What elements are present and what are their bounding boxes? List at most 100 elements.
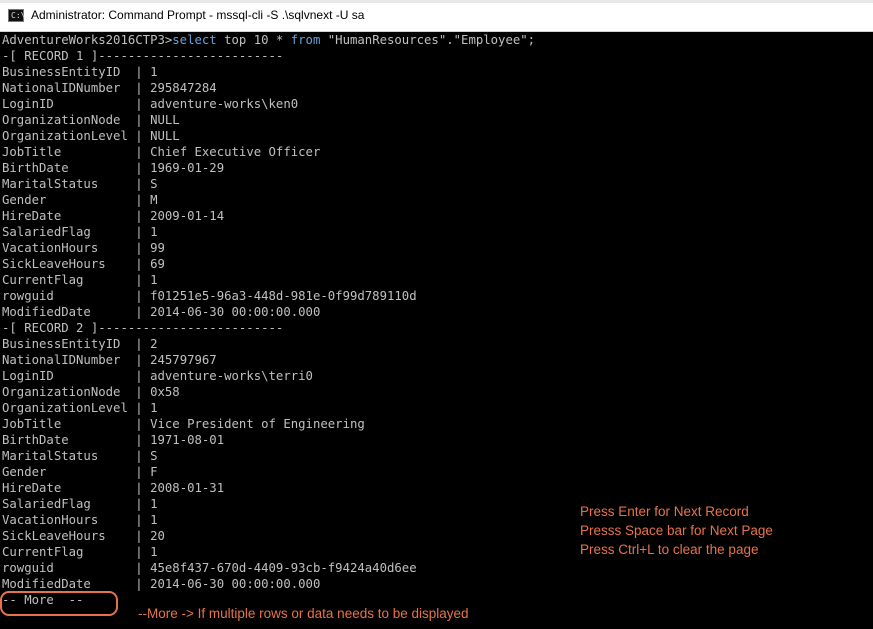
field-separator: | <box>135 273 151 287</box>
command-prompt-icon[interactable]: C:\ <box>8 9 25 22</box>
note-enter: Press Enter for Next Record <box>580 504 749 519</box>
more-explanation: --More -> If multiple rows or data needs… <box>138 606 469 621</box>
field-value: adventure-works\terri0 <box>150 369 313 383</box>
field-separator: | <box>135 177 151 191</box>
record-field-row: BusinessEntityID | 2 <box>2 336 157 352</box>
field-value: 2 <box>150 337 158 351</box>
sql-command-text: top 10 * <box>216 33 291 47</box>
record-field-row: NationalIDNumber | 295847284 <box>2 80 217 96</box>
record-field-row: BirthDate | 1969-01-29 <box>2 160 224 176</box>
field-separator: | <box>135 561 151 575</box>
field-separator: | <box>135 529 151 543</box>
field-name: BirthDate <box>2 161 136 175</box>
field-separator: | <box>135 241 151 255</box>
field-value: 0x58 <box>150 385 180 399</box>
record-field-row: SickLeaveHours | 69 <box>2 256 165 272</box>
field-separator: | <box>135 289 151 303</box>
field-separator: | <box>135 113 151 127</box>
more-highlight-box <box>0 591 118 616</box>
field-separator: | <box>135 65 151 79</box>
field-separator: | <box>135 161 151 175</box>
top-strip <box>0 0 873 3</box>
record-field-row: Gender | M <box>2 192 157 208</box>
field-name: SalariedFlag <box>2 497 136 511</box>
field-name: BirthDate <box>2 433 136 447</box>
field-name: Gender <box>2 193 136 207</box>
field-name: CurrentFlag <box>2 273 136 287</box>
record-field-row: rowguid | 45e8f437-670d-4409-93cb-f9424a… <box>2 560 417 576</box>
field-separator: | <box>135 465 151 479</box>
field-separator: | <box>135 369 151 383</box>
record-field-row: SickLeaveHours | 20 <box>2 528 165 544</box>
field-value: 20 <box>150 529 165 543</box>
field-separator: | <box>135 193 151 207</box>
key-help-notes: Press Enter for Next Record Presss Space… <box>580 502 773 559</box>
field-name: BusinessEntityID <box>2 337 136 351</box>
field-separator: | <box>135 577 151 591</box>
field-value: 2009-01-14 <box>150 209 225 223</box>
record-field-row: OrganizationLevel | 1 <box>2 400 157 416</box>
field-name: ModifiedDate <box>2 305 136 319</box>
field-name: SalariedFlag <box>2 225 136 239</box>
field-value: M <box>150 193 158 207</box>
record-field-row: VacationHours | 1 <box>2 512 157 528</box>
field-value: 1 <box>150 545 158 559</box>
record-field-row: HireDate | 2008-01-31 <box>2 480 224 496</box>
field-name: SickLeaveHours <box>2 529 136 543</box>
record-field-row: JobTitle | Chief Executive Officer <box>2 144 320 160</box>
field-name: OrganizationNode <box>2 113 136 127</box>
field-value: 2014-06-30 00:00:00.000 <box>150 577 321 591</box>
field-separator: | <box>135 97 151 111</box>
field-value: 295847284 <box>150 81 217 95</box>
field-name: MaritalStatus <box>2 177 136 191</box>
record-field-row: LoginID | adventure-works\terri0 <box>2 368 313 384</box>
field-value: 45e8f437-670d-4409-93cb-f9424a40d6ee <box>150 561 417 575</box>
field-value: S <box>150 449 158 463</box>
field-value: 1 <box>150 225 158 239</box>
field-separator: | <box>135 209 151 223</box>
field-value: Chief Executive Officer <box>150 145 321 159</box>
field-value: F <box>150 465 158 479</box>
field-name: HireDate <box>2 481 136 495</box>
field-name: VacationHours <box>2 241 136 255</box>
field-separator: | <box>135 545 151 559</box>
field-name: OrganizationLevel <box>2 401 136 415</box>
field-value: NULL <box>150 129 180 143</box>
record-field-row: MaritalStatus | S <box>2 448 157 464</box>
field-name: rowguid <box>2 289 136 303</box>
field-separator: | <box>135 225 151 239</box>
console-prompt: AdventureWorks2016CTP3> <box>2 33 173 47</box>
field-name: CurrentFlag <box>2 545 136 559</box>
field-name: HireDate <box>2 209 136 223</box>
field-name: VacationHours <box>2 513 136 527</box>
field-separator: | <box>135 497 151 511</box>
field-value: 1 <box>150 273 158 287</box>
field-value: S <box>150 177 158 191</box>
field-name: rowguid <box>2 561 136 575</box>
record-field-row: HireDate | 2009-01-14 <box>2 208 224 224</box>
note-ctrl-l: Press Ctrl+L to clear the page <box>580 542 759 557</box>
command-line: AdventureWorks2016CTP3>select top 10 * f… <box>2 32 535 48</box>
record-field-row: CurrentFlag | 1 <box>2 544 157 560</box>
field-value: 1 <box>150 513 158 527</box>
record-field-row: SalariedFlag | 1 <box>2 496 157 512</box>
sql-keyword-from: from <box>290 33 321 47</box>
field-name: Gender <box>2 465 136 479</box>
field-value: adventure-works\ken0 <box>150 97 299 111</box>
field-name: ModifiedDate <box>2 577 136 591</box>
sql-keyword-select: select <box>172 33 217 47</box>
record-field-row: BusinessEntityID | 1 <box>2 64 157 80</box>
field-separator: | <box>135 417 151 431</box>
field-separator: | <box>135 305 151 319</box>
field-name: MaritalStatus <box>2 449 136 463</box>
record-field-row: MaritalStatus | S <box>2 176 157 192</box>
field-value: 1 <box>150 401 158 415</box>
field-separator: | <box>135 81 151 95</box>
field-value: 245797967 <box>150 353 217 367</box>
field-value: 1969-01-29 <box>150 161 225 175</box>
field-separator: | <box>135 337 151 351</box>
record-field-row: OrganizationNode | NULL <box>2 112 180 128</box>
field-name: JobTitle <box>2 145 136 159</box>
record-field-row: rowguid | f01251e5-96a3-448d-981e-0f99d7… <box>2 288 417 304</box>
sql-table-name: "HumanResources"."Employee"; <box>320 33 536 47</box>
